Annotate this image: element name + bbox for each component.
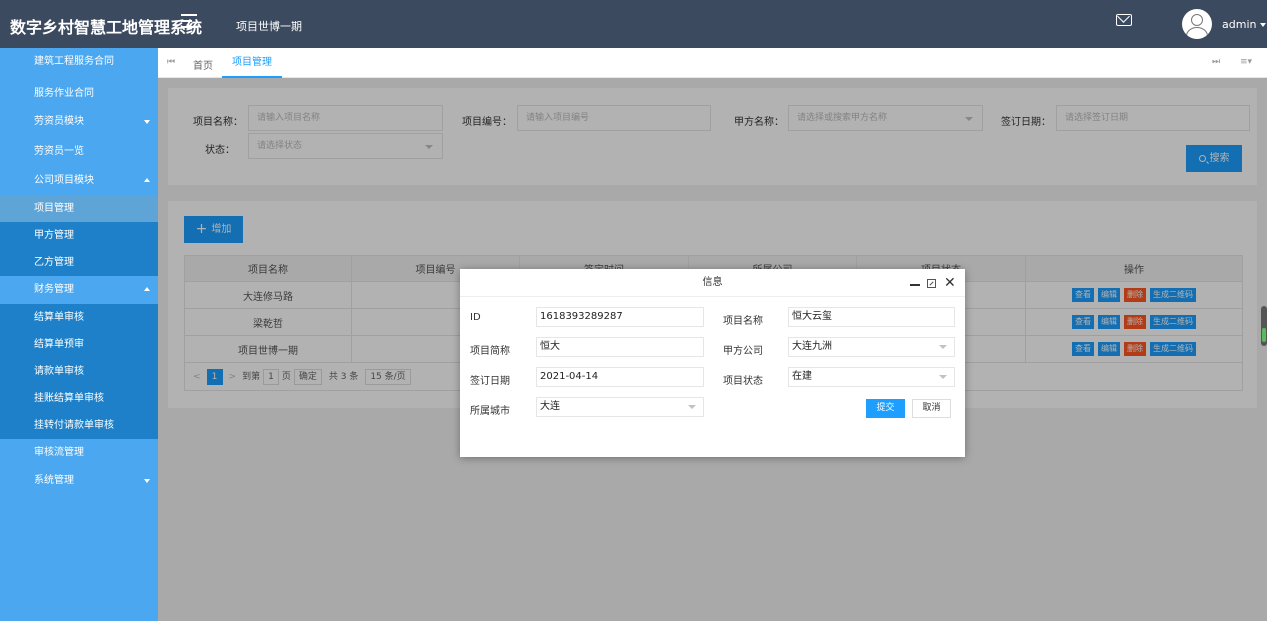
header-project-title: 项目世博一期 [236, 20, 302, 33]
tab-scroll-right-icon[interactable]: ⏭ [1212, 57, 1220, 67]
sidebar-item-settlement-prereview[interactable]: 结算单预审 [0, 331, 158, 358]
sidebar-item-label: 建筑工程服务合同 [34, 56, 114, 67]
sidebar-item-label: 服务作业合同 [34, 88, 94, 99]
sidebar-item-party-b[interactable]: 乙方管理 [0, 249, 158, 276]
dialog-header: 信息 ✕ [460, 269, 965, 297]
tab-menu-icon[interactable]: ≡▾ [1240, 57, 1252, 67]
cancel-button[interactable]: 取消 [912, 399, 951, 418]
close-icon[interactable]: ✕ [944, 275, 956, 291]
top-header: 数字乡村智慧工地管理系统 项目世博一期 admin [0, 0, 1267, 48]
sidebar-item-labor-list[interactable]: 劳资员一览 [0, 138, 158, 165]
sidebar-item-label: 请款单审核 [34, 366, 84, 377]
tab-scroll-left-icon[interactable]: ⏮ [167, 57, 175, 67]
tab-project-management[interactable]: 项目管理 [222, 48, 282, 78]
sidebar-item-labor-module[interactable]: 劳资员模块 [0, 108, 158, 135]
chevron-down-icon [144, 120, 150, 124]
chevron-down-icon [144, 479, 150, 483]
sidebar-item-credit-settlement-review[interactable]: 挂账结算单审核 [0, 385, 158, 412]
app-brand: 数字乡村智慧工地管理系统 [10, 18, 203, 37]
party-a-company-label: 甲方公司 [723, 346, 763, 357]
sidebar-item-party-a[interactable]: 甲方管理 [0, 222, 158, 249]
sidebar-item-label: 公司项目模块 [34, 175, 94, 186]
sidebar-item-label: 系统管理 [34, 475, 74, 486]
city-label: 所属城市 [470, 406, 510, 417]
chevron-down-icon [688, 405, 696, 409]
sign-date-label: 签订日期 [470, 376, 510, 387]
sidebar-item-system[interactable]: 系统管理 [0, 467, 158, 494]
sidebar-item-construction-contract[interactable]: 建筑工程服务合同 [0, 48, 158, 75]
user-avatar[interactable] [1182, 9, 1212, 39]
sidebar-item-label: 劳资员一览 [34, 146, 84, 157]
chevron-up-icon [144, 178, 150, 182]
chevron-down-icon [1260, 23, 1267, 27]
sidebar-item-label: 甲方管理 [34, 230, 74, 241]
sidebar-item-finance[interactable]: 财务管理 [0, 276, 158, 303]
project-status-label: 项目状态 [723, 376, 763, 387]
id-field[interactable]: 1618393289287 [536, 307, 704, 327]
party-a-company-select[interactable]: 大连九洲 [788, 337, 955, 357]
sidebar-item-label: 项目管理 [34, 203, 74, 214]
user-name: admin [1222, 18, 1257, 31]
menu-toggle-icon[interactable] [181, 14, 197, 28]
project-status-value: 在建 [792, 371, 812, 382]
tab-home[interactable]: 首页 [193, 57, 213, 72]
mail-icon[interactable] [1116, 14, 1132, 26]
sidebar-item-label: 结算单预审 [34, 339, 84, 350]
sidebar-item-label: 挂账结算单审核 [34, 393, 104, 404]
sidebar-item-service-contract[interactable]: 服务作业合同 [0, 80, 158, 107]
sidebar-item-label: 乙方管理 [34, 257, 74, 268]
short-name-label: 项目简称 [470, 346, 510, 357]
chevron-down-icon [939, 345, 947, 349]
sidebar-item-label: 劳资员模块 [34, 116, 84, 127]
short-name-field[interactable]: 恒大 [536, 337, 704, 357]
minimize-icon[interactable] [910, 284, 920, 286]
city-select[interactable]: 大连 [536, 397, 704, 417]
tab-bar: ⏮ 首页 项目管理 ⏭ ≡▾ [158, 48, 1267, 78]
sidebar-item-company-project-module[interactable]: 公司项目模块 [0, 167, 158, 194]
user-menu[interactable]: admin [1222, 18, 1267, 31]
sidebar-item-audit-flow[interactable]: 审核流管理 [0, 439, 158, 466]
name-label: 项目名称 [723, 316, 763, 327]
party-a-company-value: 大连九洲 [792, 341, 832, 352]
id-label: ID [470, 312, 481, 323]
sign-date-field[interactable]: 2021-04-14 [536, 367, 704, 387]
name-field[interactable]: 恒大云玺 [788, 307, 955, 327]
sidebar-item-project-management[interactable]: 项目管理 [0, 195, 158, 222]
sidebar-item-transfer-payment-review[interactable]: 挂转付请款单审核 [0, 412, 158, 439]
sidebar-item-payment-request-review[interactable]: 请款单审核 [0, 358, 158, 385]
scrollbar-handle[interactable] [1261, 306, 1267, 346]
project-status-select[interactable]: 在建 [788, 367, 955, 387]
chevron-up-icon [144, 287, 150, 291]
maximize-icon[interactable] [927, 279, 936, 288]
sidebar: 建筑工程服务合同 服务作业合同 劳资员模块 劳资员一览 公司项目模块 项目管理 … [0, 48, 158, 621]
city-value: 大连 [540, 401, 560, 412]
sidebar-item-label: 挂转付请款单审核 [34, 420, 114, 431]
dialog-title: 信息 [702, 277, 723, 288]
sidebar-item-label: 审核流管理 [34, 447, 84, 458]
chevron-down-icon [939, 375, 947, 379]
info-dialog: 信息 ✕ ID 1618393289287 项目名称 恒大云玺 项目简称 恒大 … [460, 269, 965, 457]
sidebar-item-settlement-review[interactable]: 结算单审核 [0, 304, 158, 331]
sidebar-item-label: 财务管理 [34, 284, 74, 295]
submit-button[interactable]: 提交 [866, 399, 905, 418]
sidebar-item-label: 结算单审核 [34, 312, 84, 323]
